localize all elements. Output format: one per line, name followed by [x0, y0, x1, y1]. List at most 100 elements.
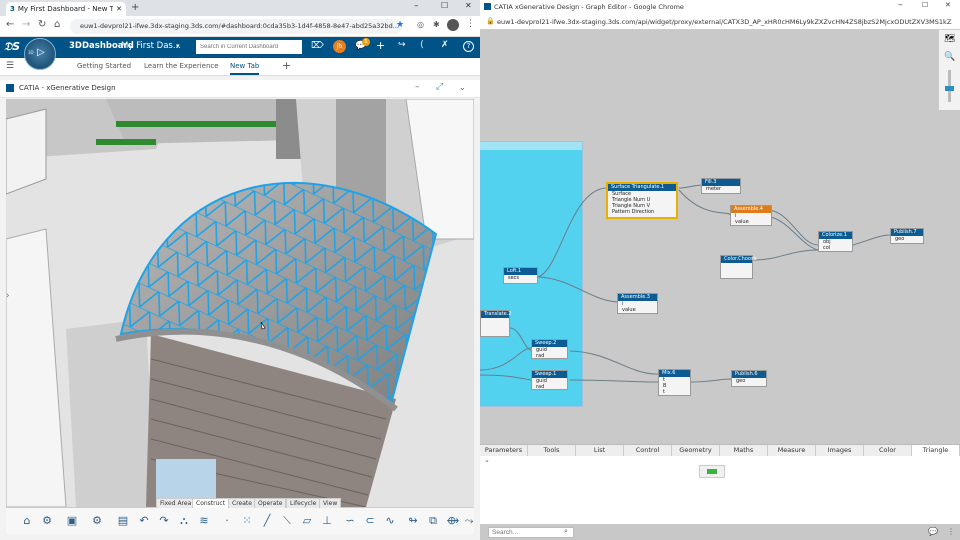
close-icon[interactable]: ✕: [116, 5, 122, 13]
graph-icon[interactable]: ⛬: [177, 514, 191, 528]
url-text[interactable]: euw1-devprol21-ifwe.3dx-staging.3ds.com/…: [497, 18, 952, 26]
collapse-icon[interactable]: ⌄: [484, 456, 490, 464]
chevron-down-icon[interactable]: ▾: [176, 42, 180, 50]
puzzle-icon[interactable]: ✱: [433, 20, 440, 29]
node-mix-6[interactable]: Mix.6 t B t: [658, 369, 691, 396]
home-view-icon[interactable]: ⌂: [20, 514, 34, 528]
node-sweep-1[interactable]: Sweep.1 guid rad: [531, 370, 568, 390]
node-assemble-3[interactable]: Assemble.3 i value: [617, 293, 658, 314]
sweep-icon[interactable]: ↬: [406, 514, 420, 528]
loft-icon[interactable]: ⧉: [426, 514, 440, 528]
node-color-choose[interactable]: Color.Choose: [720, 255, 757, 279]
polyline-icon[interactable]: ⟍: [280, 514, 294, 528]
palette-tab-triangle[interactable]: Triangle: [912, 445, 960, 456]
point-icon[interactable]: ·: [220, 514, 234, 528]
minimize-icon[interactable]: –: [414, 1, 419, 11]
palette-tab-tools[interactable]: Tools: [528, 445, 576, 456]
maximize-icon[interactable]: ☐: [922, 1, 928, 9]
tree-icon[interactable]: ⚙: [40, 514, 54, 528]
new-tab-icon[interactable]: +: [131, 2, 139, 13]
palette-tab-images[interactable]: Images: [816, 445, 864, 456]
compass-icon[interactable]: ▷ 3D: [24, 38, 56, 70]
add-tab-icon[interactable]: +: [282, 59, 291, 72]
palette-tab-maths[interactable]: Maths: [720, 445, 768, 456]
surface-icon[interactable]: ⟴: [446, 514, 460, 528]
point-grid-icon[interactable]: ⁙: [240, 514, 254, 528]
toolbar-tab-operate[interactable]: Operate: [254, 498, 287, 508]
chevron-down-icon[interactable]: ⌄: [459, 83, 466, 92]
menu-icon[interactable]: ⋮: [466, 19, 475, 29]
extension-icon[interactable]: ◎: [417, 20, 424, 29]
palette-tab-color[interactable]: Color: [864, 445, 912, 456]
line-icon[interactable]: ╱: [260, 514, 274, 528]
palette-tab-measure[interactable]: Measure: [768, 445, 816, 456]
node-assemble-4[interactable]: Assemble.4 i value: [730, 205, 772, 226]
window-close-icon[interactable]: ✕: [945, 1, 951, 9]
user-avatar[interactable]: jb: [333, 40, 346, 53]
toolbar-tab-create[interactable]: Create: [228, 498, 256, 508]
node-loft-1[interactable]: Loft.1 secs: [503, 267, 538, 284]
toolbar-tab-view[interactable]: View: [319, 498, 342, 508]
star-icon[interactable]: ★: [396, 20, 404, 30]
node-publish-6[interactable]: Publish.6 geo: [731, 370, 767, 387]
comment-icon[interactable]: 💬: [928, 527, 938, 536]
expand-side-icon[interactable]: ›: [6, 291, 10, 301]
clipboard-icon[interactable]: ▤: [116, 514, 130, 528]
spline-icon[interactable]: ∿: [383, 514, 397, 528]
palette-tab-geometry[interactable]: Geometry: [672, 445, 720, 456]
settings-icon[interactable]: ⚙: [90, 514, 104, 528]
maximize-icon[interactable]: ☐: [441, 1, 448, 10]
minimize-icon[interactable]: –: [898, 0, 903, 10]
forward-icon[interactable]: →: [22, 19, 30, 30]
node-fill-3[interactable]: Fill.3 meter: [701, 178, 741, 194]
axis-icon[interactable]: ⊥: [320, 514, 334, 528]
plane-icon[interactable]: ▱: [300, 514, 314, 528]
graph-canvas[interactable]: Surface Triangulate.1 Surface Triangle N…: [480, 30, 960, 444]
palette-tab-parameters[interactable]: Parameters: [480, 445, 528, 456]
palette-tab-list[interactable]: List: [576, 445, 624, 456]
browser-tab-dashboard[interactable]: 3 My First Dashboard - New Tab ✕: [6, 2, 126, 16]
toolbar-tab-construct[interactable]: Construct: [192, 498, 230, 508]
tag-icon[interactable]: ⌦: [311, 41, 324, 51]
collapse-panel-icon[interactable]: ☰: [6, 61, 14, 71]
tab-learn-experience[interactable]: Learn the Experience: [144, 62, 219, 70]
help-icon[interactable]: ?: [463, 41, 474, 52]
url-input[interactable]: euw1-devprol21-ifwe.3dx-staging.3ds.com/…: [70, 19, 402, 34]
node-sweep-2[interactable]: Sweep.2 guid rad: [531, 339, 568, 359]
dashboard-name[interactable]: My First Das...: [121, 41, 181, 51]
save-icon[interactable]: ▣: [65, 514, 79, 528]
reload-icon[interactable]: ↻: [38, 19, 46, 30]
tab-new-tab[interactable]: New Tab: [230, 62, 260, 75]
menu-icon[interactable]: ⋮: [947, 527, 955, 536]
undo-icon[interactable]: ↶: [137, 514, 151, 528]
toolbar-tab-lifecycle[interactable]: Lifecycle: [286, 498, 321, 508]
triangle-node-icon[interactable]: [699, 465, 725, 478]
extrude-icon[interactable]: ⤳: [462, 514, 476, 528]
palette-search-input[interactable]: [488, 527, 574, 538]
palette-tab-control[interactable]: Control: [624, 445, 672, 456]
curve-icon[interactable]: ∽: [343, 514, 357, 528]
expand-widget-icon[interactable]: ⤢: [436, 82, 443, 92]
zoom-icon[interactable]: 🔍: [944, 52, 955, 62]
network-icon[interactable]: ⟨: [420, 40, 424, 50]
window-close-icon[interactable]: ✕: [465, 1, 472, 10]
zoom-slider-handle[interactable]: [945, 86, 954, 91]
tab-getting-started[interactable]: Getting Started: [77, 62, 131, 70]
node-colorize-1[interactable]: Colorize.1 obj col: [818, 231, 853, 252]
home-icon[interactable]: ⌂: [54, 19, 60, 30]
redo-icon[interactable]: ↷: [157, 514, 171, 528]
toolbar-tab-fixed-area[interactable]: Fixed Area: [156, 498, 196, 508]
back-icon[interactable]: ←: [6, 19, 14, 30]
share-icon[interactable]: ↪: [398, 40, 406, 50]
tools-icon[interactable]: ✗: [441, 40, 449, 50]
profile-avatar[interactable]: [447, 19, 459, 31]
node-translate-2[interactable]: Translate.2: [480, 310, 511, 337]
arc-icon[interactable]: ⊂: [363, 514, 377, 528]
publish-icon[interactable]: ≋: [197, 514, 211, 528]
3d-viewport[interactable]: ›: [6, 99, 474, 507]
add-icon[interactable]: +: [376, 39, 385, 52]
map-icon[interactable]: 🗺: [944, 34, 955, 44]
search-icon[interactable]: ⌕: [564, 527, 568, 536]
dashboard-search-input[interactable]: [196, 40, 302, 54]
minimize-widget-icon[interactable]: –: [415, 82, 420, 92]
